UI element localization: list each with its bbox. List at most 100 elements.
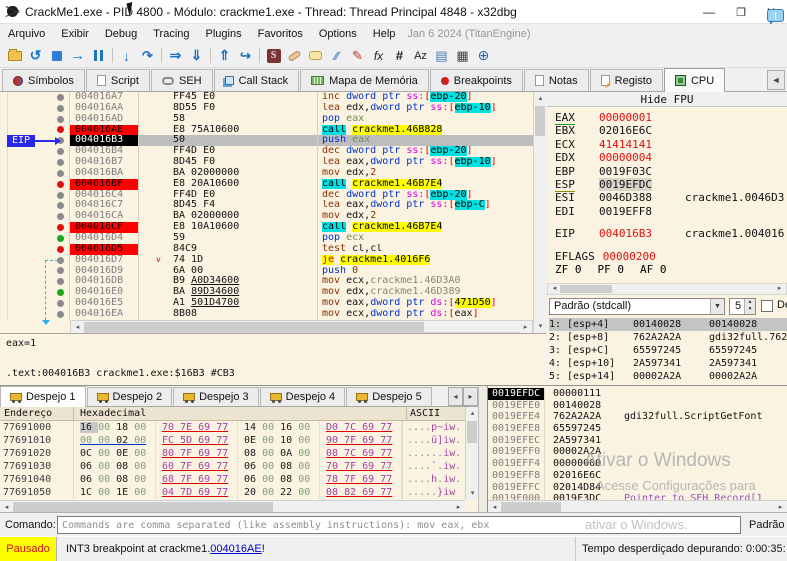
disassembly-vscrollbar[interactable]: ▴ ▾ [533,92,546,333]
argument-row[interactable]: 2:[esp+8]762A2A2Agdi32full.762A [549,331,787,344]
panel-splitter[interactable] [478,386,488,513]
register-row-ecx[interactable]: ECX41414141 [555,138,787,151]
tab-notas[interactable]: Notas [524,69,589,91]
registers-hscrollbar[interactable]: ◂ ▸ [547,283,787,295]
step-into-icon[interactable]: ↓ [116,46,137,66]
breakpoint-gutter[interactable] [51,125,69,136]
restore-button[interactable]: ❐ [727,0,755,24]
font-az-icon[interactable]: Az [410,46,431,66]
breakpoint-gutter[interactable] [51,276,69,287]
tab-seh[interactable]: SEH [151,69,213,91]
execute-till-return-icon[interactable]: ⇑ [214,46,235,66]
disassembly-hscrollbar[interactable]: ◂ ▸ [70,320,533,333]
settings-s-icon[interactable]: S [263,46,284,66]
report-icon[interactable]: ▤ [431,46,452,66]
globe-icon[interactable]: ⊕ [473,46,494,66]
restart-icon[interactable]: ↺ [25,46,46,66]
status-address-link[interactable]: 004016AE [210,543,261,555]
tab-s-mbolos[interactable]: Símbolos [2,69,85,91]
argument-row[interactable]: 3:[esp+C]6559724565597245 [549,344,787,357]
dump-tab-despejo-2[interactable]: Despejo 2 [87,387,173,406]
step-out-icon[interactable]: ⇓ [186,46,207,66]
patches-icon[interactable] [284,46,305,66]
open-file-icon[interactable] [4,46,25,66]
breakpoint-gutter[interactable] [51,233,69,244]
tab-call-stack[interactable]: Call Stack [214,69,300,91]
breakpoint-gutter[interactable] [51,190,69,201]
breakpoint-gutter[interactable] [51,146,69,157]
menu-exibir[interactable]: Exibir [53,24,97,44]
breakpoint-gutter[interactable] [51,309,69,320]
disasm-row[interactable]: 004016BFE8 20A10600call crackme1.46B7E4 [0,179,533,190]
breakpoint-gutter[interactable] [51,103,69,114]
labels-icon[interactable]: ∕∕ [326,46,347,66]
calling-convention-select[interactable]: Padrão (stdcall) ▼ [549,298,725,315]
breakpoint-gutter[interactable] [51,157,69,168]
hash-icon[interactable]: # [389,46,410,66]
dump-row[interactable]: 7769103006 00 08 0060 7F 69 7706 00 08 0… [0,460,465,473]
register-row-eax[interactable]: EAX00000001 [555,111,787,124]
dump-row[interactable]: 7769101000 00 02 00FC 5D 69 770E 00 10 0… [0,434,465,447]
tab-scroll-left-button[interactable]: ◄ [767,70,785,90]
menu-tracing[interactable]: Tracing [145,24,197,44]
command-profile-select[interactable]: Padrão [745,513,787,537]
breakpoint-gutter[interactable] [51,266,69,277]
argument-row[interactable]: 5:[esp+14]00002A2A00002A2A [549,370,787,383]
tab-breakpoints[interactable]: Breakpoints [430,69,523,91]
stack-row[interactable]: 0019EFE865597245 [488,423,787,435]
dump-row[interactable]: 776910200C 00 0E 0080 7F 69 7708 00 0A 0… [0,447,465,460]
tab-cpu[interactable]: CPU [664,68,725,92]
argument-row[interactable]: 1:[esp+4]0014002800140028 [549,318,787,331]
menu-options[interactable]: Options [311,24,365,44]
register-row-esp[interactable]: ESP0019EFDC [555,178,787,191]
breakpoint-gutter[interactable] [51,298,69,309]
stack-row[interactable]: 0019EFE4762A2A2Agdi32full.ScriptGetFont [488,411,787,423]
calculator-icon[interactable]: ▦ [452,46,473,66]
menu-arquivo[interactable]: Arquivo [0,24,53,44]
command-input[interactable] [57,516,741,534]
breakpoint-gutter[interactable] [51,200,69,211]
dump-tab-despejo-1[interactable]: Despejo 1 [0,386,86,407]
dump-tab-scroll-left-icon[interactable]: ◂ [448,387,463,406]
menu-plugins[interactable]: Plugins [198,24,250,44]
tab-mapa-de-mem-ria[interactable]: Mapa de Memória [300,69,429,91]
stack-row[interactable]: 0019EFDC00000111 [488,388,787,400]
register-row-eflags[interactable]: EFLAGS00000200 [555,250,787,263]
run-icon[interactable]: → [67,46,88,66]
unlock-checkbox[interactable] [761,300,773,312]
comments-icon[interactable] [305,46,326,66]
stack-row[interactable]: 0019F0000019F3DCPointer to SEH Record[1 [488,493,787,500]
dump-tab-despejo-3[interactable]: Despejo 3 [173,387,259,406]
tab-script[interactable]: Script [86,69,150,91]
dump-row[interactable]: 7769100016 00 18 0070 7E 69 7714 00 16 0… [0,421,465,434]
dump-row[interactable]: 776910501C 00 1E 0004 7D 69 7720 00 22 0… [0,486,465,499]
disasm-row[interactable]: 004016D7v74 1Dje crackme1.4016F6 [0,255,533,266]
breakpoint-gutter[interactable] [51,114,69,125]
breakpoint-gutter[interactable] [51,222,69,233]
dump-vscrollbar[interactable]: ▴ ▾ [465,407,478,500]
breakpoint-gutter[interactable] [51,92,69,103]
register-row-ebx[interactable]: EBX02016E6C [555,124,787,137]
stack-row[interactable]: 0019EFE000140028 [488,400,787,412]
argument-row[interactable]: 4:[esp+10]2A5973412A597341 [549,357,787,370]
breakpoint-gutter[interactable] [51,287,69,298]
minimize-button[interactable]: — [695,0,723,24]
arg-count-spinner[interactable]: 5 ▲▼ [729,298,756,315]
step-over-icon[interactable]: ↷ [137,46,158,66]
pause-icon[interactable] [88,46,109,66]
dump-tab-despejo-4[interactable]: Despejo 4 [260,387,346,406]
run-to-user-code-icon[interactable]: ⇒ [165,46,186,66]
highlight-icon[interactable]: ✎ [347,46,368,66]
register-row-edi[interactable]: EDI0019EFF8 [555,205,787,218]
dump-tab-scroll-right-icon[interactable]: ▸ [463,387,478,406]
spinner-arrows-icon[interactable]: ▲▼ [744,299,755,314]
dump-tab-despejo-5[interactable]: Despejo 5 [346,387,432,406]
disasm-row[interactable]: 004016EA8B08mov ecx,dword ptr ds:[eax] [0,309,533,320]
menu-help[interactable]: Help [365,24,404,44]
tab-registo[interactable]: Registo [590,69,663,91]
breakpoint-gutter[interactable] [51,135,69,146]
stack-row[interactable]: 0019EFEC2A597341 [488,435,787,447]
hide-fpu-button[interactable]: Hide FPU [547,92,787,107]
stop-icon[interactable] [46,46,67,66]
dump-tab-scroll[interactable]: ◂ ▸ [448,387,478,406]
